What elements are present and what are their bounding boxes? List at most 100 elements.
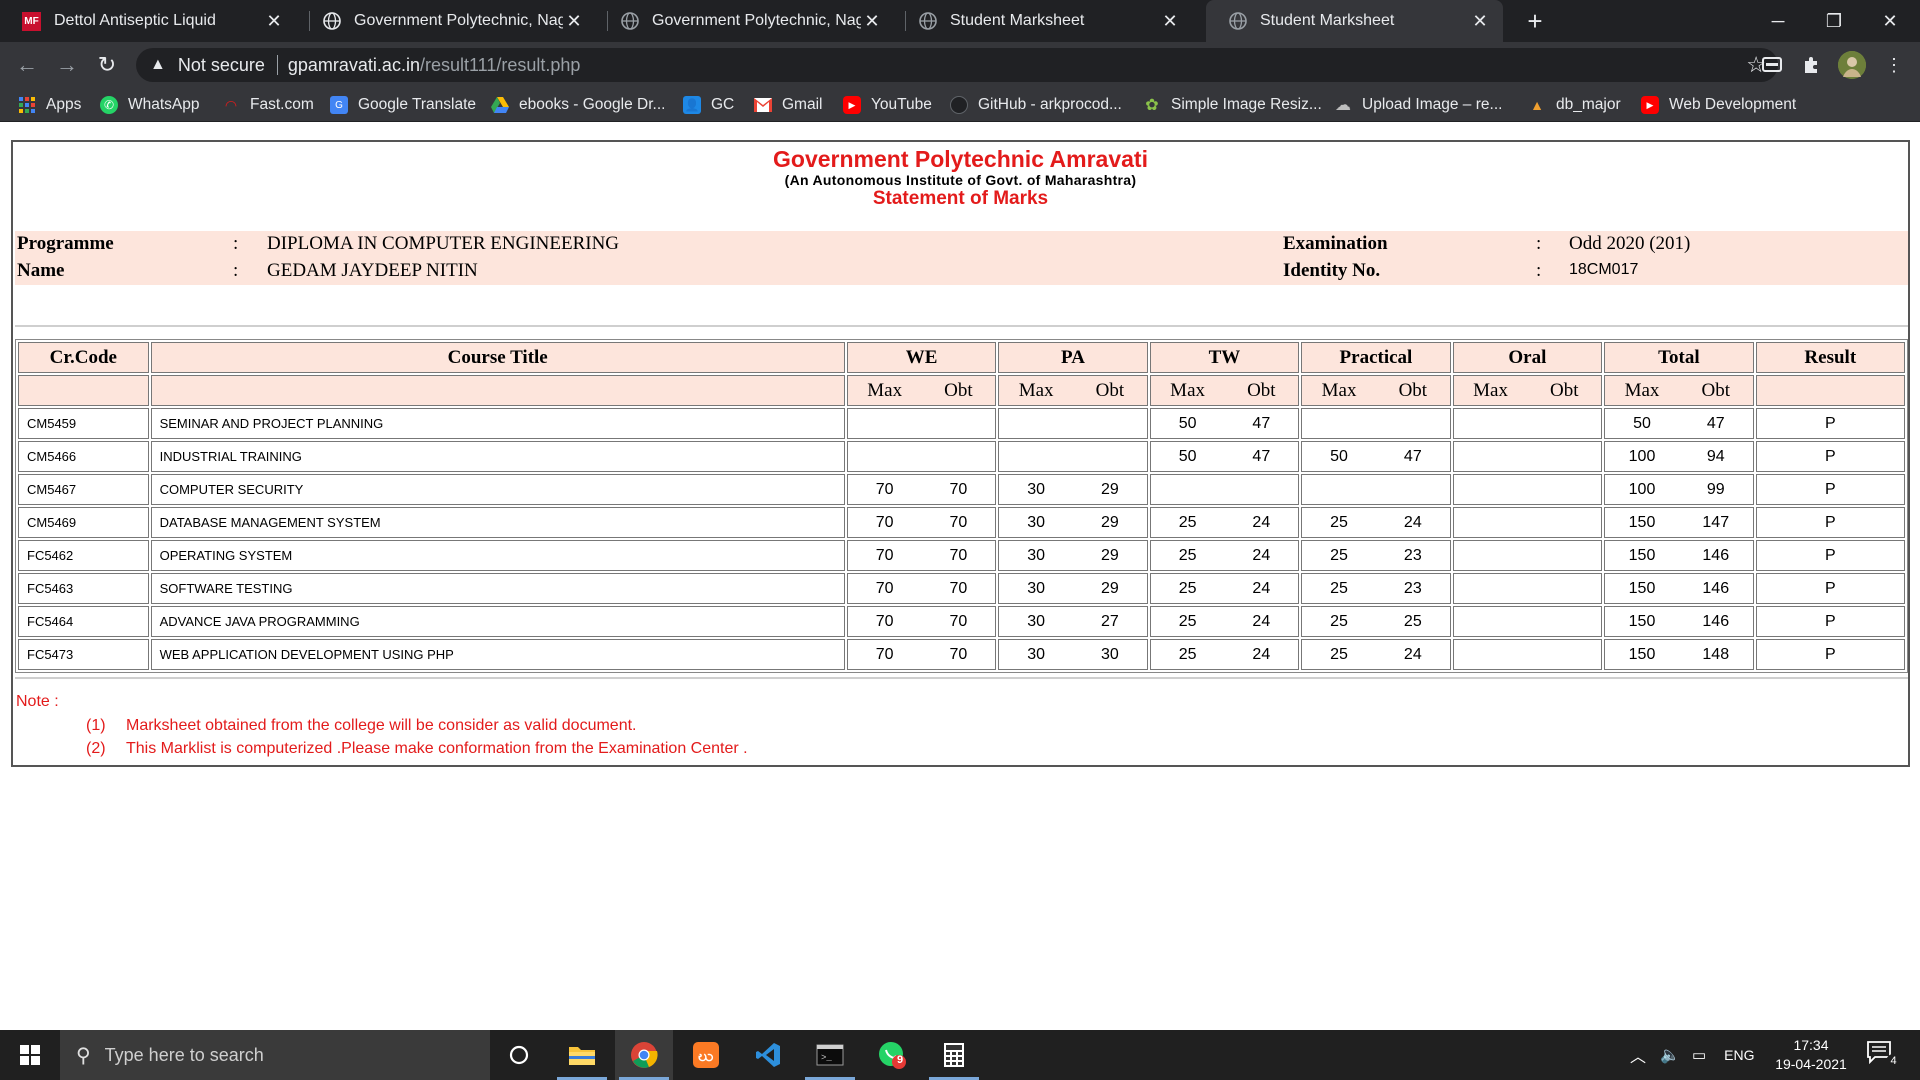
bookmark-image-resizer[interactable]: ✿ Simple Image Resiz... [1143, 94, 1321, 116]
search-placeholder: Type here to search [104, 1044, 264, 1065]
db-major-icon: ▲ [1530, 97, 1544, 113]
tab-marksheet-1[interactable]: Student Marksheet ✕ [896, 0, 1193, 42]
url-path[interactable]: /result111/result.php [420, 55, 580, 76]
kebab-menu-icon[interactable]: ⋮ [1882, 53, 1906, 77]
bookmark-gc[interactable]: 👤 GC [683, 94, 734, 116]
max-label: Max [1018, 379, 1054, 401]
marks-cell-tw: 25 24 [1149, 606, 1300, 637]
examination-label: Examination [1283, 233, 1388, 254]
tab-gpn-2[interactable]: Government Polytechnic, Nagpur ✕ [598, 0, 895, 42]
obt-value: 30 [1100, 645, 1119, 663]
url-host[interactable]: gpamravati.ac.in [288, 55, 420, 76]
bookmark-db-major[interactable]: ▲ db_major [1528, 94, 1621, 116]
warning-triangle-icon[interactable]: ▲ [150, 56, 166, 74]
taskbar-calculator[interactable] [925, 1030, 983, 1080]
bookmark-upload-image[interactable]: ☁ Upload Image – re... [1334, 94, 1502, 116]
bookmark-fastcom[interactable]: ◠ Fast.com [222, 94, 314, 116]
examination-value: Odd 2020 (201) [1569, 233, 1691, 254]
bookmark-apps[interactable]: Apps [18, 94, 81, 116]
image-resizer-icon: ✿ [1145, 97, 1159, 114]
max-value: 50 [1330, 447, 1348, 465]
tab-title: Government Polytechnic, Nagpur [354, 12, 563, 29]
obt-label: Obt [1095, 379, 1125, 401]
marks-cell-pa: 30 30 [998, 639, 1148, 670]
restore-button[interactable]: ❐ [1806, 0, 1862, 42]
battery-icon[interactable]: ▭ [1692, 1046, 1706, 1064]
taskbar-clock[interactable]: 17:34 19-04-2021 [1768, 1036, 1854, 1074]
bookmark-github[interactable]: GitHub - arkprocod... [950, 94, 1122, 116]
colon: : [233, 233, 239, 254]
language-indicator[interactable]: ENG [1724, 1047, 1754, 1063]
taskbar-terminal[interactable]: >_ [801, 1030, 859, 1080]
close-tab-icon[interactable]: ✕ [1159, 11, 1181, 32]
max-value: 70 [875, 612, 894, 630]
max-value: 150 [1628, 513, 1656, 531]
course-code-cell: CM5467 [18, 474, 149, 505]
globe-icon [918, 12, 937, 31]
bookmark-ebooks-drive[interactable]: ebooks - Google Dr... [491, 94, 665, 116]
folder-icon [569, 1047, 595, 1065]
close-tab-icon[interactable]: ✕ [1469, 11, 1491, 32]
close-tab-icon[interactable]: ✕ [563, 11, 585, 32]
notifications-button[interactable]: 4 [1866, 1040, 1901, 1070]
close-tab-icon[interactable]: ✕ [263, 11, 285, 32]
obt-value: 24 [1403, 645, 1422, 663]
minimize-button[interactable]: ─ [1750, 0, 1806, 42]
taskbar-vscode[interactable] [739, 1030, 797, 1080]
taskbar-whatsapp[interactable]: 9 [863, 1030, 921, 1080]
tab-gpn-1[interactable]: Government Polytechnic, Nagpur ✕ [300, 0, 597, 42]
bookmark-label: Upload Image – re... [1362, 96, 1503, 113]
bookmark-gmail[interactable]: Gmail [754, 94, 822, 116]
cast-icon[interactable] [1760, 53, 1784, 77]
marks-cell-tot: 150 147 [1604, 507, 1754, 538]
obt-value: 25 [1403, 612, 1422, 630]
bookmark-label: Web Development [1669, 96, 1797, 113]
address-bar[interactable]: ▲ Not secure gpamravati.ac.in/result111/… [136, 48, 1778, 82]
bookmark-web-development[interactable]: ▶ Web Development [1641, 94, 1796, 116]
marks-cell-pr: 50 47 [1301, 441, 1451, 472]
obt-value: 47 [1252, 414, 1271, 432]
max-value: 70 [875, 480, 894, 498]
bookmark-label: GC [711, 96, 735, 113]
colon: : [1536, 233, 1542, 254]
obt-value: 146 [1702, 579, 1730, 597]
max-label: Max [1624, 379, 1660, 401]
tab-dettol[interactable]: MF Dettol Antiseptic Liquid ✕ [0, 0, 297, 42]
extensions-puzzle-icon[interactable] [1800, 53, 1824, 77]
marks-table: Cr.Code Course Title WE PA TW Practical … [15, 339, 1908, 673]
start-button[interactable] [0, 1030, 60, 1080]
course-code-cell: FC5473 [18, 639, 149, 670]
profile-avatar[interactable] [1838, 51, 1866, 79]
max-value: 25 [1330, 645, 1348, 663]
bookmark-youtube[interactable]: ▶ YouTube [843, 94, 932, 116]
tab-marksheet-active[interactable]: Student Marksheet ✕ [1206, 0, 1503, 42]
obt-value: 146 [1702, 612, 1730, 630]
reload-icon[interactable]: ↻ [92, 50, 122, 80]
course-title-cell: INDUSTRIAL TRAINING [150, 441, 845, 472]
taskbar-file-explorer[interactable] [553, 1030, 611, 1080]
bookmark-whatsapp[interactable]: ✆ WhatsApp [100, 94, 200, 116]
taskbar-xampp[interactable]: ဃ [677, 1030, 735, 1080]
close-window-button[interactable]: ✕ [1862, 0, 1918, 42]
chevron-up-icon[interactable]: ︿ [1630, 1043, 1646, 1067]
taskbar-search-input[interactable]: ⚲ Type here to search [60, 1030, 490, 1080]
back-arrow-icon[interactable]: ← [12, 50, 42, 80]
taskbar-chrome[interactable] [615, 1030, 673, 1080]
marks-cell-pr: 25 24 [1301, 639, 1451, 670]
course-code-cell: FC5462 [18, 540, 149, 571]
security-label[interactable]: Not secure [178, 55, 265, 76]
obt-label: Obt [1247, 379, 1276, 401]
volume-icon[interactable]: 🔈 [1660, 1045, 1680, 1065]
forward-arrow-icon[interactable]: → [52, 50, 82, 80]
new-tab-button[interactable]: + [1520, 6, 1550, 36]
course-code-cell: FC5464 [18, 606, 149, 637]
max-value: 150 [1628, 546, 1656, 564]
bookmark-google-translate[interactable]: G Google Translate [330, 94, 476, 116]
marks-cell-tot: 100 99 [1604, 474, 1754, 505]
marks-cell-or [1452, 441, 1603, 472]
marks-cell-we [846, 441, 997, 472]
close-tab-icon[interactable]: ✕ [861, 11, 883, 32]
max-value: 30 [1027, 546, 1046, 564]
cortana-button[interactable] [490, 1030, 548, 1080]
colon: : [233, 260, 239, 281]
